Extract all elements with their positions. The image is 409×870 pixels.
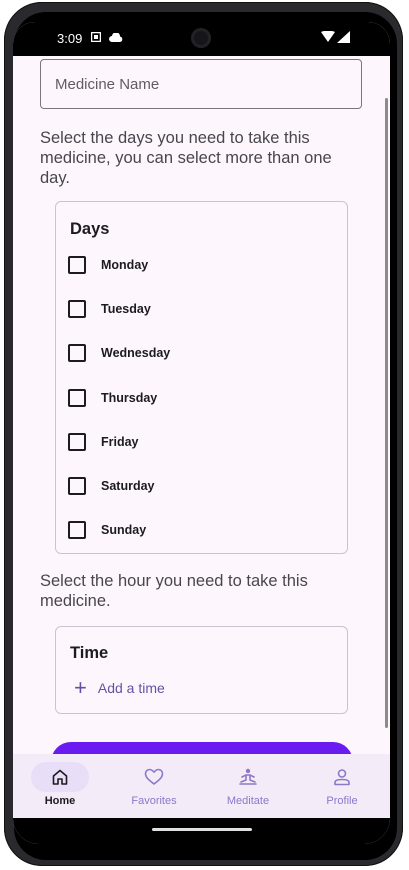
day-label: Sunday (101, 523, 147, 537)
nav-label-meditate: Meditate (226, 795, 270, 807)
days-instruction: Select the days you need to take this me… (40, 129, 332, 187)
nav-item-home[interactable]: Home (13, 754, 107, 818)
day-label: Tuesday (101, 302, 151, 316)
saturday-checkbox[interactable] (68, 477, 86, 495)
days-card: Days Monday Tuesday Wednesday Thursday F… (55, 201, 348, 554)
sim-card-icon (91, 32, 101, 42)
scrollbar[interactable] (385, 98, 388, 728)
medicine-name-field[interactable] (40, 59, 362, 109)
day-label: Saturday (101, 479, 155, 493)
meditate-icon (239, 768, 257, 785)
status-bar: 3:09 (13, 22, 390, 56)
nav-active-indicator (31, 762, 89, 792)
signal-icon (337, 31, 350, 43)
days-card-title: Days (70, 220, 110, 238)
day-option-wednesday[interactable]: Wednesday (68, 338, 170, 368)
hour-instruction: Select the hour you need to take this me… (40, 572, 308, 610)
status-time: 3:09 (57, 31, 83, 46)
nav-label-profile: Profile (326, 795, 358, 807)
day-label: Thursday (101, 391, 158, 405)
day-label: Wednesday (101, 346, 171, 360)
gesture-navigation-area (13, 818, 390, 844)
nav-icon-holder (125, 762, 183, 792)
nav-label-favorites: Favorites (131, 795, 177, 807)
day-label: Monday (101, 258, 149, 272)
nav-item-favorites[interactable]: Favorites (107, 754, 201, 818)
day-option-saturday[interactable]: Saturday (68, 471, 155, 501)
screen: 3:09 Select the days you need to take th… (13, 22, 390, 844)
home-icon (52, 769, 68, 785)
day-option-monday[interactable]: Monday (68, 250, 148, 280)
person-icon (334, 769, 350, 786)
thursday-checkbox[interactable] (68, 389, 86, 407)
wednesday-checkbox[interactable] (68, 344, 86, 362)
tuesday-checkbox[interactable] (68, 300, 86, 318)
time-card: Time + Add a time (55, 626, 348, 714)
day-option-friday[interactable]: Friday (68, 427, 139, 457)
medicine-name-input[interactable] (41, 60, 361, 108)
day-option-sunday[interactable]: Sunday (68, 515, 146, 545)
bottom-navigation: Home Favorites Meditate Profile (13, 754, 390, 818)
monday-checkbox[interactable] (68, 256, 86, 274)
cloud-icon (109, 32, 123, 42)
friday-checkbox[interactable] (68, 433, 86, 451)
add-time-button[interactable]: + Add a time (74, 677, 165, 699)
notification-icons (91, 32, 123, 42)
home-gesture-bar[interactable] (152, 828, 252, 831)
plus-icon: + (74, 675, 87, 700)
day-option-tuesday[interactable]: Tuesday (68, 294, 151, 324)
status-indicators (321, 31, 350, 43)
sunday-checkbox[interactable] (68, 521, 86, 539)
nav-icon-holder (313, 762, 371, 792)
add-time-label: Add a time (97, 680, 165, 696)
wifi-icon (321, 31, 335, 42)
nav-item-profile[interactable]: Profile (295, 754, 389, 818)
form-content: Select the days you need to take this me… (13, 56, 390, 756)
time-card-title: Time (70, 644, 109, 662)
front-camera (191, 28, 211, 48)
nav-icon-holder (219, 762, 277, 792)
heart-icon (144, 768, 164, 785)
nav-label-home: Home (44, 795, 76, 807)
day-label: Friday (101, 435, 139, 449)
day-option-thursday[interactable]: Thursday (68, 383, 157, 413)
nav-item-meditate[interactable]: Meditate (201, 754, 295, 818)
